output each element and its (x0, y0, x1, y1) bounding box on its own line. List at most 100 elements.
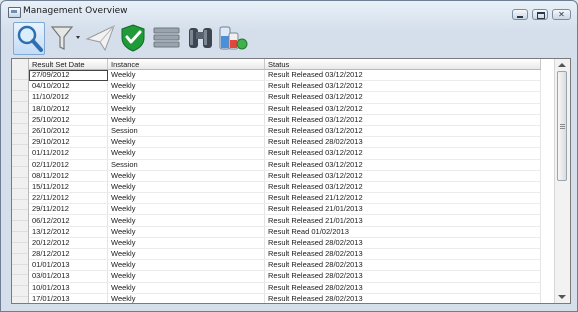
table-row[interactable]: 20/12/2012 Weekly Result Released 28/02/20… (29, 237, 541, 250)
cell-result-set-date[interactable]: 01/01/2013 (29, 259, 108, 272)
cell-instance[interactable]: Weekly (107, 282, 265, 294)
row-header-cell[interactable] (12, 189, 28, 200)
row-header-cell[interactable] (12, 298, 28, 303)
row-header-cell[interactable] (12, 200, 28, 211)
cell-result-set-date[interactable]: 17/01/2013 (29, 293, 108, 303)
table-row[interactable]: 29/10/2012 Weekly Result Released 28/02/20… (29, 136, 541, 149)
row-header-cell[interactable] (12, 179, 28, 189)
cell-status[interactable]: Result Released 03/12/2012 (264, 159, 541, 171)
table-row[interactable]: 28/12/2012 Weekly Result Released 28/02/20… (29, 248, 541, 261)
cell-result-set-date[interactable]: 15/11/2012 (29, 181, 108, 194)
cell-instance[interactable]: Session (107, 159, 265, 171)
binoculars-button[interactable] (185, 22, 217, 55)
cell-result-set-date[interactable]: 29/11/2012 (29, 203, 108, 216)
cell-result-set-date[interactable]: 13/12/2012 (29, 226, 108, 238)
row-header-cell[interactable] (12, 124, 28, 135)
table-row[interactable]: 25/10/2012 Weekly Result Released 03/12/20… (29, 114, 541, 126)
cell-status[interactable]: Result Released 28/02/2013 (264, 136, 541, 149)
cell-status[interactable]: Result Released 28/02/2013 (264, 282, 541, 294)
row-header-cell[interactable] (12, 254, 28, 265)
cell-instance[interactable]: Weekly (107, 248, 265, 261)
row-header-cell[interactable] (12, 222, 28, 233)
minimize-button[interactable] (512, 9, 528, 20)
cell-status[interactable]: Result Released 28/02/2013 (264, 237, 541, 250)
cell-instance[interactable]: Weekly (107, 192, 265, 205)
table-row[interactable]: 15/11/2012 Weekly Result Released 03/12/20… (29, 181, 541, 194)
vertical-scrollbar[interactable] (554, 59, 570, 303)
cell-status[interactable]: Result Released 03/12/2012 (264, 125, 541, 138)
cell-result-set-date[interactable]: 27/09/2012 (29, 69, 108, 82)
scroll-thumb[interactable] (557, 71, 567, 181)
cell-result-set-date[interactable]: 01/11/2012 (29, 147, 108, 160)
cell-instance[interactable]: Weekly (107, 136, 265, 149)
cell-result-set-date[interactable]: 28/12/2012 (29, 248, 108, 261)
results-grid[interactable]: Result Set Date Instance Status 27/09/20… (11, 58, 571, 304)
row-header-cell[interactable] (12, 92, 28, 102)
filter-button[interactable] (49, 22, 83, 55)
cell-instance[interactable]: Weekly (107, 181, 265, 194)
row-header-cell[interactable] (12, 103, 28, 113)
table-row[interactable]: 13/12/2012 Weekly Result Read 01/02/2013 (29, 226, 541, 238)
cell-status[interactable]: Result Released 03/12/2012 (264, 114, 541, 126)
cell-status[interactable]: Result Released 28/02/2013 (264, 259, 541, 272)
cell-instance[interactable]: Weekly (107, 293, 265, 303)
table-row[interactable]: 06/12/2012 Weekly Result Released 21/01/20… (29, 214, 541, 227)
cell-status[interactable]: Result Released 21/12/2012 (264, 192, 541, 205)
cell-instance[interactable]: Weekly (107, 80, 265, 93)
cell-status[interactable]: Result Released 03/12/2012 (264, 69, 541, 82)
table-row[interactable]: 02/11/2012 Session Result Released 03/12/2… (29, 159, 541, 171)
table-row[interactable]: 17/01/2013 Weekly Result Released 28/02/20… (29, 293, 541, 303)
row-header-cell[interactable] (12, 244, 28, 254)
cell-status[interactable]: Result Released 03/12/2012 (264, 103, 541, 115)
cell-result-set-date[interactable]: 20/12/2012 (29, 237, 108, 250)
cell-instance[interactable]: Weekly (107, 103, 265, 115)
table-row[interactable]: 26/10/2012 Session Result Released 03/12/2… (29, 125, 541, 138)
cell-instance[interactable]: Weekly (107, 237, 265, 250)
cell-status[interactable]: Result Released 03/12/2012 (264, 147, 541, 160)
row-header-cell[interactable] (12, 287, 28, 298)
title-bar[interactable]: Management Overview ✕ (1, 1, 577, 21)
cell-instance[interactable]: Weekly (107, 203, 265, 216)
cell-status[interactable]: Result Released 03/12/2012 (264, 80, 541, 93)
table-row[interactable]: 11/10/2012 Weekly Result Released 03/12/20… (29, 91, 541, 104)
maximize-button[interactable] (532, 9, 548, 20)
cell-status[interactable]: Result Released 21/01/2013 (264, 203, 541, 216)
cell-status[interactable]: Result Released 03/12/2012 (264, 170, 541, 182)
row-header-cell[interactable] (12, 168, 28, 178)
cell-status[interactable]: Result Released 03/12/2012 (264, 91, 541, 104)
cell-instance[interactable]: Weekly (107, 69, 265, 82)
column-header-status[interactable]: Status (264, 59, 541, 70)
cell-status[interactable]: Result Released 03/12/2012 (264, 181, 541, 194)
table-row[interactable]: 29/11/2012 Weekly Result Released 21/01/20… (29, 203, 541, 216)
cell-instance[interactable]: Weekly (107, 91, 265, 104)
table-row[interactable]: 18/10/2012 Weekly Result Released 03/12/20… (29, 103, 541, 115)
cell-instance[interactable]: Weekly (107, 147, 265, 160)
scroll-up-icon[interactable] (558, 63, 566, 67)
scroll-down-icon[interactable] (558, 295, 566, 299)
cell-result-set-date[interactable]: 26/10/2012 (29, 125, 108, 138)
cell-result-set-date[interactable]: 08/11/2012 (29, 170, 108, 182)
table-row[interactable]: 22/11/2012 Weekly Result Released 21/12/20… (29, 192, 541, 205)
close-button[interactable]: ✕ (552, 9, 571, 20)
row-header-cell[interactable] (12, 135, 28, 146)
cell-instance[interactable]: Weekly (107, 259, 265, 272)
cell-status[interactable]: Result Released 28/02/2013 (264, 270, 541, 283)
row-header-cell[interactable] (12, 113, 28, 124)
table-row[interactable]: 03/01/2013 Weekly Result Released 28/02/20… (29, 270, 541, 283)
cell-result-set-date[interactable]: 11/10/2012 (29, 91, 108, 104)
approve-button[interactable] (119, 22, 151, 55)
cell-result-set-date[interactable]: 25/10/2012 (29, 114, 108, 126)
cell-result-set-date[interactable]: 03/01/2013 (29, 270, 108, 283)
table-row[interactable]: 01/11/2012 Weekly Result Released 03/12/20… (29, 147, 541, 160)
cell-instance[interactable]: Weekly (107, 270, 265, 283)
table-row[interactable]: 08/11/2012 Weekly Result Released 03/12/20… (29, 170, 541, 182)
row-header-cell[interactable] (12, 157, 28, 167)
row-header-cell[interactable] (12, 276, 28, 287)
cell-result-set-date[interactable]: 22/11/2012 (29, 192, 108, 205)
row-header-cell[interactable] (12, 211, 28, 222)
list-button[interactable] (151, 22, 183, 55)
reports-button[interactable] (217, 22, 249, 55)
table-row[interactable]: 27/09/2012 Weekly Result Released 03/12/20… (29, 69, 541, 82)
cell-instance[interactable]: Weekly (107, 214, 265, 227)
cell-instance[interactable]: Weekly (107, 114, 265, 126)
